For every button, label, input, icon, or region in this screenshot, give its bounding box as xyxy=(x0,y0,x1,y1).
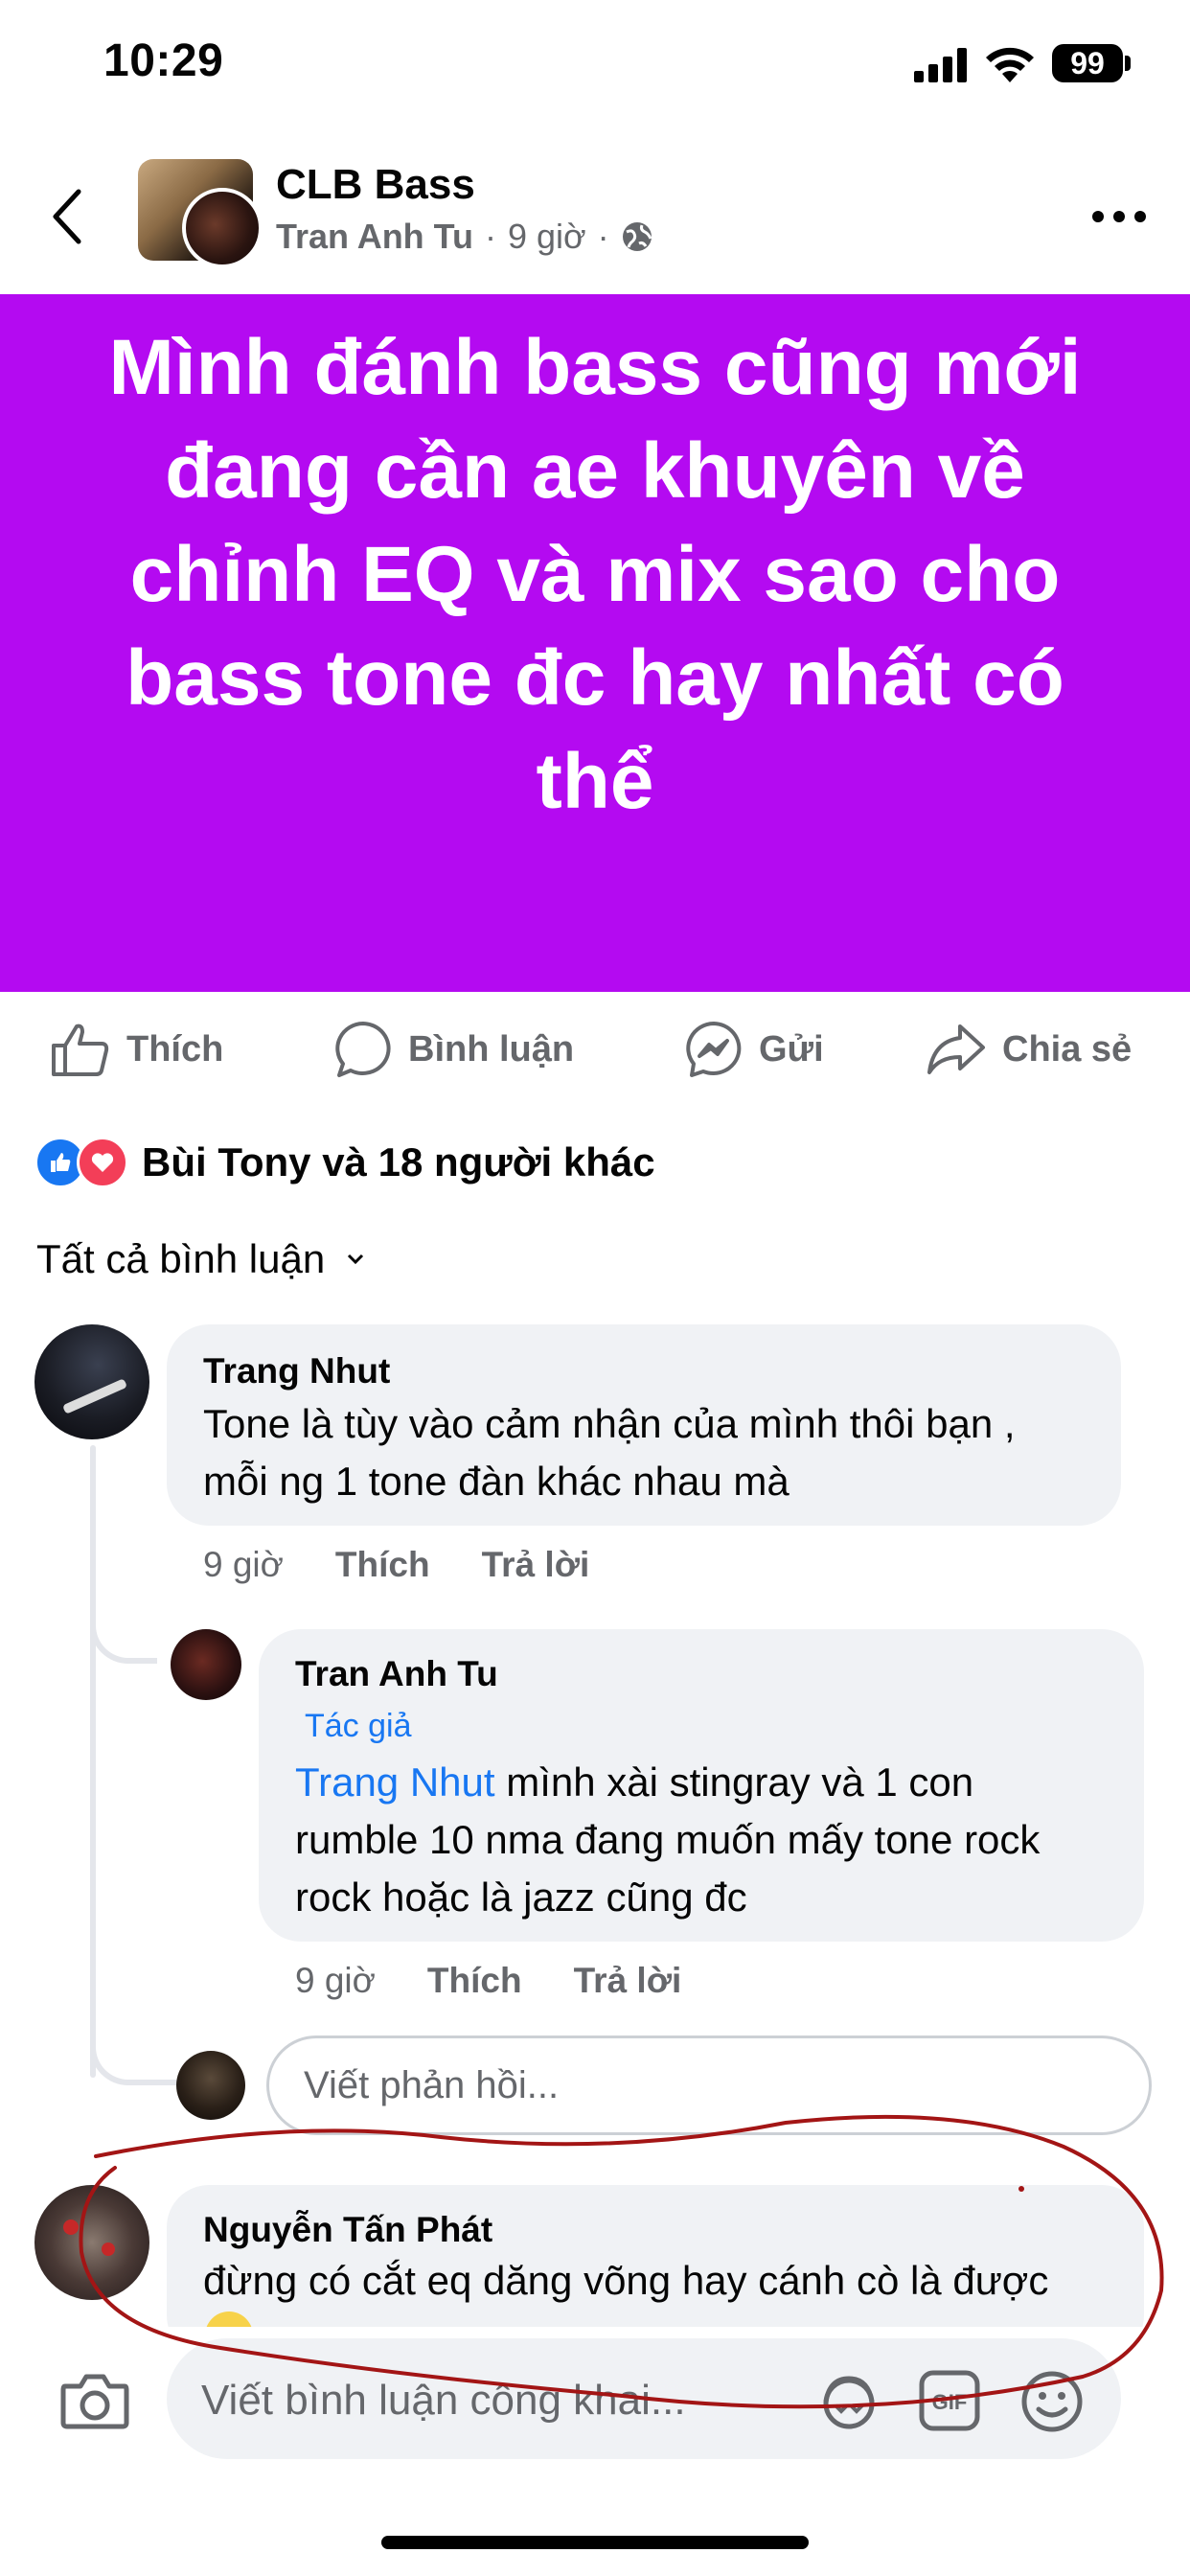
reply-text: rock hoặc là jazz cũng đc xyxy=(295,1874,747,1920)
reply-author-avatar[interactable] xyxy=(171,1629,241,1700)
svg-text:GIF: GIF xyxy=(932,2390,968,2414)
reply-input[interactable]: Viết phản hồi... xyxy=(266,2036,1152,2135)
commenter-avatar-3[interactable] xyxy=(34,2185,149,2300)
comment-label: Bình luận xyxy=(408,1028,575,1070)
comment-text: Tone là tùy vào cảm nhận của mình thôi b… xyxy=(203,1401,1016,1446)
share-arrow-icon xyxy=(927,1024,985,1074)
send-button[interactable]: Gửi xyxy=(684,1016,824,1083)
author-badge: Tác giả xyxy=(305,1708,412,1744)
camera-icon[interactable] xyxy=(59,2371,130,2430)
battery-tip xyxy=(1125,56,1131,71)
wifi-icon xyxy=(986,47,1034,82)
post-text: Mình đánh bass cũng mới đang cần ae khuy… xyxy=(108,324,1082,825)
comment-bubble-icon xyxy=(335,1022,391,1077)
avatar-sticker-icon[interactable] xyxy=(816,2371,881,2430)
commenter-avatar[interactable] xyxy=(34,1324,149,1439)
reactions-text: Bùi Tony và 18 người khác xyxy=(142,1139,655,1184)
reactions-summary[interactable]: Bùi Tony và 18 người khác xyxy=(34,1137,655,1188)
status-time: 10:29 xyxy=(103,35,224,86)
author-avatar[interactable] xyxy=(182,188,263,268)
emoji-picker-icon[interactable] xyxy=(1019,2369,1085,2434)
comment-author[interactable]: Trang Nhut xyxy=(203,1351,390,1392)
post-author[interactable]: Tran Anh Tu xyxy=(276,217,473,257)
send-label: Gửi xyxy=(759,1028,824,1070)
mention-link[interactable]: Trang Nhut xyxy=(295,1760,495,1805)
comment-author-3[interactable]: Nguyễn Tấn Phát xyxy=(203,2210,492,2250)
reply-like-button[interactable]: Thích xyxy=(427,1961,522,2001)
comment-like-button[interactable]: Thích xyxy=(335,1545,430,1585)
reply-text-line: Trang Nhut mình xài stingray và 1 con xyxy=(295,1754,973,1811)
comments-filter-label: Tất cả bình luận xyxy=(36,1236,326,1281)
post-meta: Tran Anh Tu · 9 giờ · xyxy=(276,217,653,257)
reply-meta: 9 giờ Thích Trả lời xyxy=(295,1961,681,2001)
reply-text: rumble 10 nma đang muốn mấy tone rock xyxy=(295,1817,1041,1862)
globe-icon xyxy=(622,222,652,251)
post-time: 9 giờ xyxy=(507,217,586,256)
comment-time: 9 giờ xyxy=(203,1545,284,1584)
comment-button[interactable]: Bình luận xyxy=(333,1016,574,1083)
thread-connector-2 xyxy=(90,2022,192,2085)
comment-reply-button[interactable]: Trả lời xyxy=(482,1545,590,1585)
like-button[interactable]: Thích xyxy=(50,1016,223,1083)
thread-line xyxy=(90,1445,96,2078)
chevron-down-icon xyxy=(348,1254,364,1265)
gif-icon[interactable]: GIF xyxy=(918,2369,981,2432)
comment-text: mỗi ng 1 tone đàn khác nhau mà xyxy=(203,1459,790,1504)
thumbs-up-icon xyxy=(52,1024,109,1076)
messenger-icon xyxy=(686,1022,742,1077)
reply-reply-button[interactable]: Trả lời xyxy=(574,1961,682,2001)
current-user-avatar xyxy=(176,2051,245,2120)
reply-time: 9 giờ xyxy=(295,1961,376,2000)
comment-meta: 9 giờ Thích Trả lời xyxy=(203,1545,589,1585)
back-chevron-icon[interactable] xyxy=(50,188,84,245)
home-indicator xyxy=(381,2536,809,2549)
share-label: Chia sẻ xyxy=(1002,1028,1133,1070)
share-button[interactable]: Chia sẻ xyxy=(926,1016,1132,1083)
cellular-signal-icon xyxy=(914,48,968,82)
love-reaction-icon xyxy=(77,1137,128,1188)
meta-separator: · xyxy=(484,217,496,256)
battery-indicator: 99 xyxy=(1052,44,1123,82)
group-name[interactable]: CLB Bass xyxy=(276,161,475,209)
reply-text: mình xài stingray và 1 con xyxy=(494,1760,974,1805)
like-label: Thích xyxy=(126,1028,224,1070)
comment-text-3: đừng có cắt eq dăng võng hay cánh cò là … xyxy=(203,2258,1049,2303)
more-options-icon[interactable] xyxy=(1090,209,1148,224)
comments-filter-dropdown[interactable]: Tất cả bình luận xyxy=(36,1236,365,1282)
composer-placeholder: Viết bình luận công khai... xyxy=(201,2377,686,2424)
meta-separator-2: · xyxy=(597,217,609,256)
thread-connector xyxy=(90,1610,157,1664)
reply-author[interactable]: Tran Anh Tu xyxy=(295,1654,498,1694)
